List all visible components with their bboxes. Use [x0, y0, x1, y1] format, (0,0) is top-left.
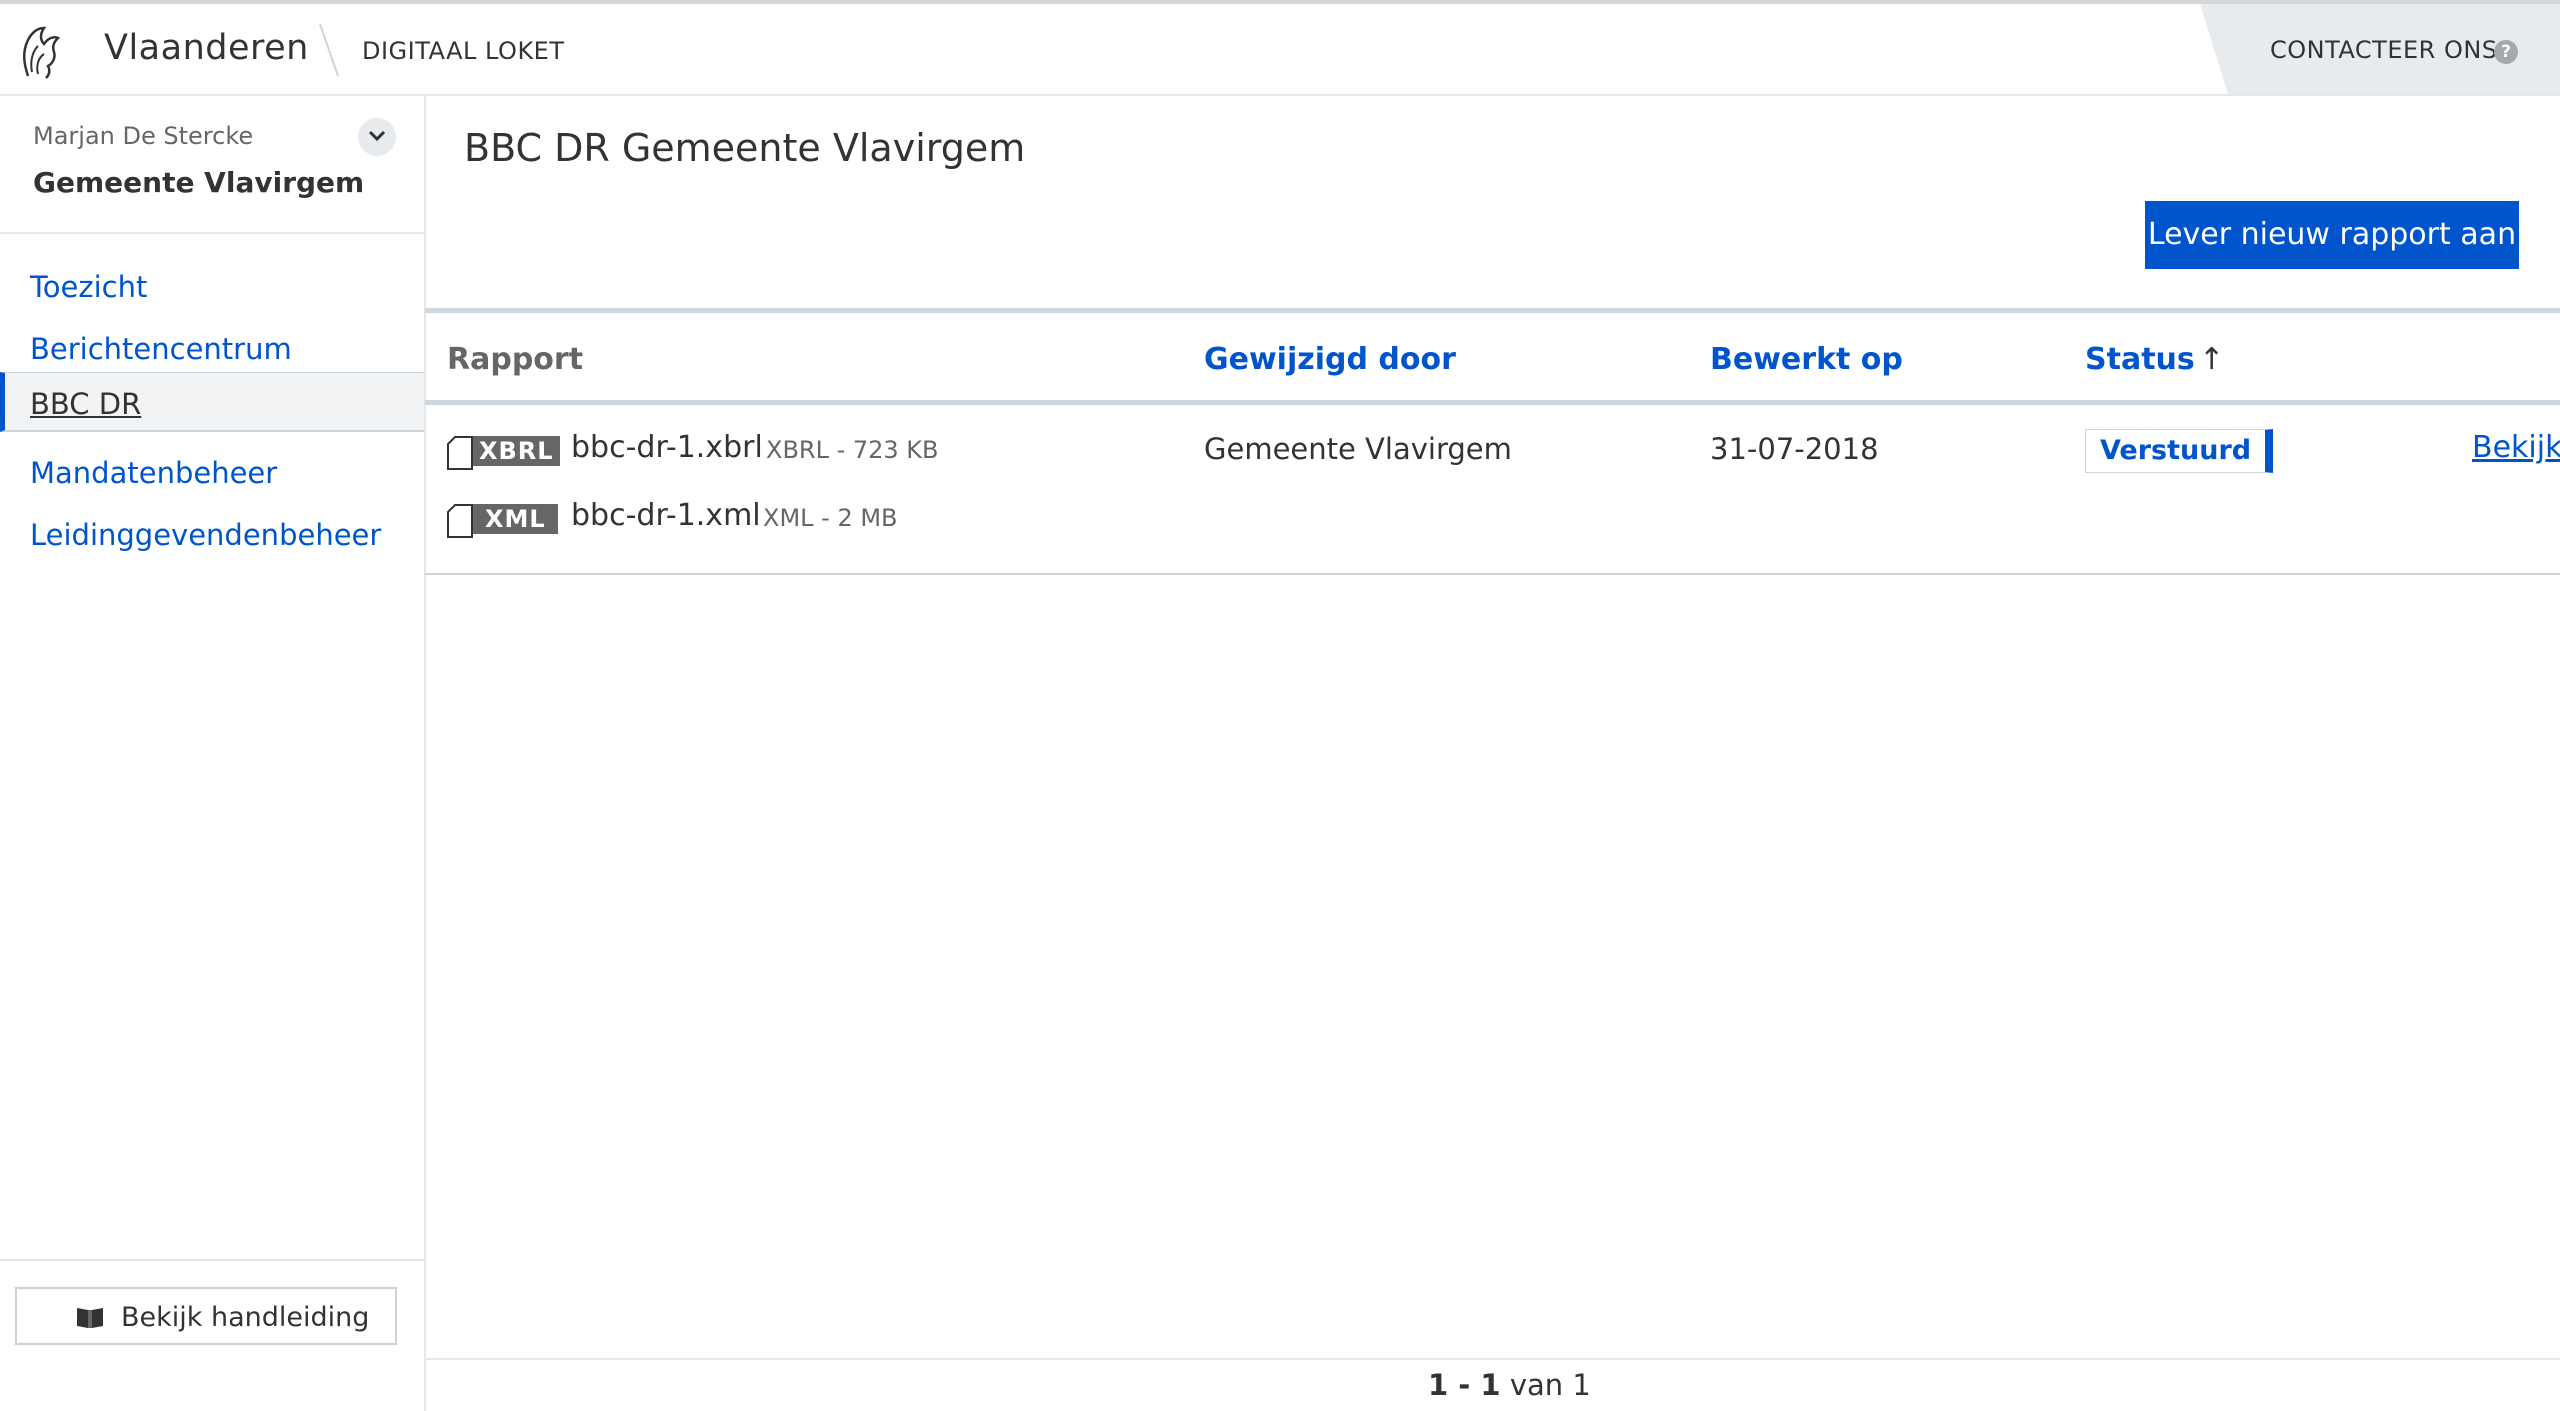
contact-label: CONTACTEER ONS — [2270, 36, 2498, 64]
submit-new-report-button[interactable]: Lever nieuw rapport aan — [2145, 201, 2519, 269]
column-header-rapport: Rapport — [447, 342, 584, 377]
brand-name[interactable]: Vlaanderen — [104, 28, 309, 68]
sort-ascending-icon[interactable]: ↑ — [2199, 342, 2224, 377]
pagination-divider — [425, 1358, 2560, 1360]
organization-name: Gemeente Vlavirgem — [33, 166, 365, 199]
status-label: Verstuurd — [2100, 435, 2252, 466]
table-row: XBRL bbc-dr-1.xbrl XBRL - 723 KB XML bbc… — [425, 405, 2560, 575]
sidebar-item-berichtencentrum[interactable]: Berichtencentrum — [0, 318, 424, 378]
column-header-gewijzigd-door[interactable]: Gewijzigd door — [1204, 342, 1456, 377]
sidebar-item-toezicht[interactable]: Toezicht — [0, 256, 424, 316]
book-icon — [77, 1308, 103, 1328]
sidebar-footer-divider — [0, 1259, 424, 1261]
sidebar-item-bbc-dr[interactable]: BBC DR — [0, 372, 424, 432]
sidebar-item-leidinggevendenbeheer[interactable]: Leidinggevendenbeheer — [0, 504, 424, 564]
column-header-status[interactable]: Status — [2085, 342, 2195, 377]
file-icon — [447, 504, 473, 538]
view-manual-button[interactable]: Bekijk handleiding — [15, 1287, 397, 1345]
view-report-link[interactable]: Bekijk — [2472, 430, 2560, 465]
app-title[interactable]: DIGITAAL LOKET — [362, 37, 565, 65]
file-icon — [447, 436, 473, 470]
sidebar-item-mandatenbeheer[interactable]: Mandatenbeheer — [0, 442, 424, 502]
pagination-total: 1 — [1572, 1368, 1591, 1402]
pagination: 1 - 1 van 1 — [1428, 1368, 1591, 1402]
global-header: Vlaanderen DIGITAAL LOKET CONTACTEER ONS… — [0, 4, 2560, 96]
sidebar-item-label: Mandatenbeheer — [30, 456, 278, 490]
status-badge: Verstuurd — [2085, 429, 2274, 473]
pagination-range: 1 - 1 — [1428, 1368, 1501, 1402]
table-header-top-border — [425, 308, 2560, 313]
sidebar-item-label: Leidinggevendenbeheer — [30, 518, 382, 552]
sidebar: Marjan De Stercke Gemeente Vlavirgem Toe… — [0, 96, 426, 1411]
column-header-bewerkt-op[interactable]: Bewerkt op — [1710, 342, 1903, 377]
edited-on-cell: 31-07-2018 — [1710, 432, 1879, 466]
page-title: BBC DR Gemeente Vlavirgem — [464, 126, 1026, 170]
user-name: Marjan De Stercke — [33, 122, 254, 150]
sidebar-item-label: Toezicht — [30, 270, 148, 304]
sidebar-divider — [0, 232, 424, 234]
header-divider — [319, 24, 339, 76]
help-icon: ? — [2494, 40, 2518, 64]
pagination-of-label: van — [1509, 1368, 1564, 1402]
modified-by-cell: Gemeente Vlavirgem — [1204, 432, 1512, 466]
file-name[interactable]: bbc-dr-1.xml — [571, 498, 761, 533]
file-type-badge: XBRL — [473, 436, 560, 466]
view-manual-label: Bekijk handleiding — [121, 1302, 370, 1333]
file-name[interactable]: bbc-dr-1.xbrl — [571, 430, 763, 465]
user-menu-toggle[interactable] — [358, 118, 396, 156]
sidebar-item-label: Berichtencentrum — [30, 332, 292, 366]
file-meta: XML - 2 MB — [763, 504, 898, 532]
contact-button[interactable]: CONTACTEER ONS ? — [2200, 4, 2560, 94]
sidebar-item-label: BBC DR — [30, 387, 142, 421]
file-meta: XBRL - 723 KB — [766, 436, 939, 464]
chevron-down-icon — [368, 130, 386, 142]
flemish-lion-logo-icon[interactable] — [18, 24, 62, 80]
file-type-badge: XML — [473, 504, 558, 534]
